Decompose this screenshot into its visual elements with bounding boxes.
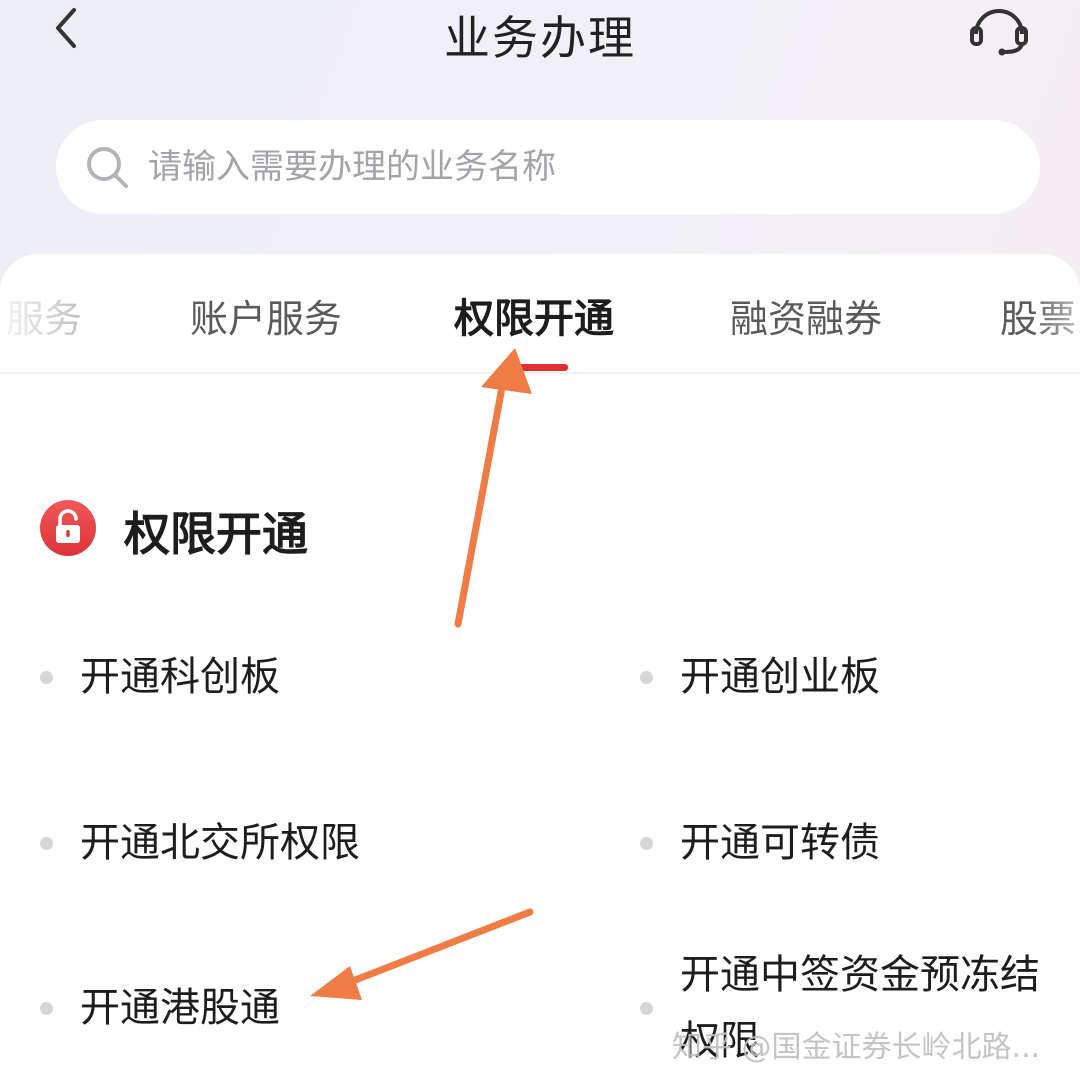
tab-services[interactable]: 服务 xyxy=(6,288,82,343)
list-item[interactable]: 开通可转债 xyxy=(640,814,1060,872)
active-tab-indicator xyxy=(512,364,568,371)
item-label: 开通科创板 xyxy=(80,654,280,700)
list-item[interactable]: 开通港股通 xyxy=(40,979,520,1037)
top-nav-bar: 业务办理 xyxy=(0,0,1080,80)
watermark: 知乎 @国金证券长岭北路... xyxy=(672,1030,1041,1065)
content-sheet: 服务 账户服务 权限开通 融资融券 股票 权限开通 开通科创板 开通创业板 开通… xyxy=(0,254,1080,1091)
unlock-icon xyxy=(40,500,96,556)
tab-margin-trading[interactable]: 融资融券 xyxy=(730,288,882,343)
page-title: 业务办理 xyxy=(444,11,636,65)
headset-icon xyxy=(970,9,1028,56)
tab-stocks[interactable]: 股票 xyxy=(1000,288,1076,343)
bullet-dot xyxy=(40,1002,53,1015)
search-bar[interactable] xyxy=(56,120,1040,214)
list-item[interactable]: 开通北交所权限 xyxy=(40,814,520,872)
item-label: 开通可转债 xyxy=(680,820,880,866)
item-label: 开通创业板 xyxy=(680,654,880,700)
item-label: 开通港股通 xyxy=(80,985,280,1031)
customer-service-button[interactable] xyxy=(964,0,1034,60)
tab-account-services[interactable]: 账户服务 xyxy=(190,288,342,343)
category-tabs: 服务 账户服务 权限开通 融资融券 股票 xyxy=(0,254,1080,374)
tab-permission-opening[interactable]: 权限开通 xyxy=(454,286,614,344)
bullet-dot xyxy=(40,837,53,850)
item-label: 开通北交所权限 xyxy=(80,820,360,866)
bullet-dot xyxy=(640,1002,653,1015)
bullet-dot xyxy=(640,837,653,850)
bullet-dot xyxy=(40,671,53,684)
list-item[interactable]: 开通创业板 xyxy=(640,648,1060,706)
section-title: 权限开通 xyxy=(124,507,308,561)
bullet-dot xyxy=(640,671,653,684)
list-item[interactable]: 开通科创板 xyxy=(40,648,520,706)
search-input[interactable] xyxy=(148,138,1008,196)
search-icon xyxy=(87,147,128,188)
